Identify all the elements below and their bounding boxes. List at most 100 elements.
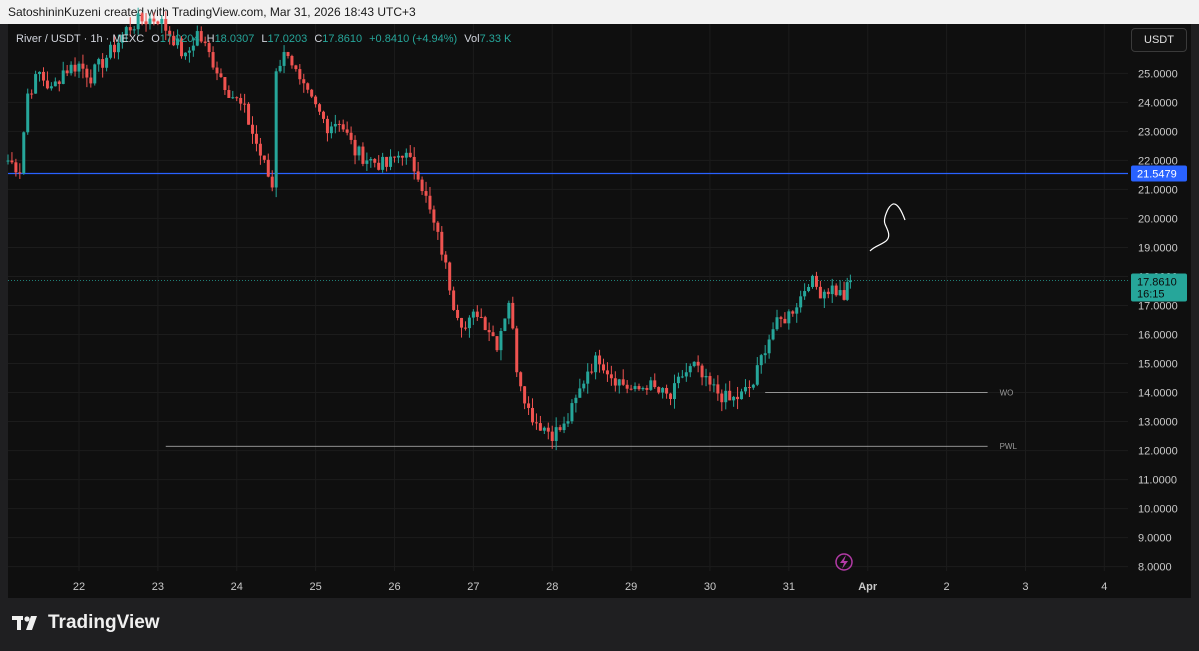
- candle-body: [460, 317, 464, 328]
- candle-body: [389, 156, 393, 167]
- y-tick-label: 12.0000: [1138, 446, 1178, 458]
- candle-body: [736, 396, 740, 400]
- candle-body: [601, 364, 605, 371]
- candle-body: [799, 296, 803, 308]
- candle-body: [227, 90, 231, 98]
- last-price-label: 17.8610: [1137, 276, 1177, 288]
- candle-body: [73, 64, 77, 72]
- candle-body: [558, 427, 562, 431]
- candle-body: [408, 152, 412, 157]
- y-tick-label: 14.0000: [1138, 388, 1178, 400]
- candle-body: [495, 336, 499, 351]
- candle-body: [187, 50, 191, 53]
- candle-body: [475, 311, 479, 317]
- candle-body: [392, 156, 396, 158]
- candle-body: [763, 353, 767, 356]
- candle-body: [795, 307, 799, 314]
- candle-body: [211, 52, 215, 68]
- candle-body: [274, 71, 278, 188]
- symbol-label[interactable]: River / USDT · 1h · MEXC: [16, 33, 144, 45]
- candle-body: [325, 118, 329, 134]
- candle-body: [219, 73, 223, 78]
- candle-body: [657, 387, 661, 393]
- x-tick-label: 28: [546, 581, 558, 593]
- candle-body: [830, 285, 834, 295]
- candle-body: [633, 386, 637, 389]
- candle-body: [290, 55, 294, 66]
- candle-body: [637, 386, 641, 390]
- candle-body: [140, 13, 144, 22]
- candle-body: [412, 156, 416, 172]
- candle-body: [811, 275, 815, 287]
- level-price-label: 21.5479: [1137, 169, 1177, 181]
- candle-body: [550, 431, 554, 442]
- x-tick-label: 25: [309, 581, 321, 593]
- candle-body: [720, 393, 724, 403]
- candle-body: [554, 427, 558, 442]
- candle-body: [479, 316, 483, 318]
- candle-body: [483, 317, 487, 331]
- candle-body: [767, 339, 771, 354]
- candle-body: [432, 209, 436, 223]
- brand-name: TradingView: [48, 612, 160, 633]
- candle-body: [183, 52, 187, 57]
- candle-body: [306, 83, 310, 90]
- brand[interactable]: TradingView: [12, 612, 160, 634]
- candle-body: [845, 282, 849, 300]
- candle-body: [258, 143, 262, 156]
- candle-body: [41, 71, 45, 81]
- candle-body: [57, 81, 61, 84]
- candle-body: [278, 65, 282, 72]
- candle-body: [728, 390, 732, 401]
- candle-body: [109, 44, 113, 58]
- y-tick-label: 16.0000: [1138, 329, 1178, 341]
- candle-body: [85, 68, 89, 78]
- candle-body: [14, 162, 18, 173]
- candle-body: [826, 291, 830, 295]
- x-tick-label: 26: [388, 581, 400, 593]
- drawn-arrow-annotation[interactable]: [869, 203, 906, 252]
- candle-body: [365, 160, 369, 164]
- candle-body: [594, 355, 598, 373]
- candle-body: [467, 317, 471, 329]
- candle-body: [89, 77, 93, 84]
- flash-icon[interactable]: [835, 553, 853, 571]
- y-tick-label: 17.0000: [1138, 300, 1178, 312]
- level-lines: WO PWL: [8, 172, 1128, 451]
- candle-body: [759, 355, 763, 366]
- candle-body: [321, 111, 325, 119]
- candle-body: [629, 388, 633, 390]
- candle-body: [590, 371, 594, 373]
- candle-body: [262, 155, 266, 160]
- x-tick-label: 30: [704, 581, 716, 593]
- y-tick-label: 23.0000: [1138, 126, 1178, 138]
- footer: [0, 598, 1199, 651]
- candle-body: [661, 387, 665, 393]
- x-axis[interactable]: 22 23 24 25 26 27 28 29 30 31 Apr 2 3 4: [73, 581, 1108, 593]
- price-chart[interactable]: WOPWL 25.000024.000023.000022.000021.000…: [0, 0, 1199, 651]
- candle-body: [708, 376, 712, 385]
- candle-body: [598, 355, 602, 365]
- candle-body: [669, 393, 673, 400]
- y-tick-label: 8.0000: [1138, 562, 1172, 574]
- y-axis[interactable]: 25.000024.000023.000022.000021.000020.00…: [1138, 68, 1178, 573]
- countdown-label: 16:15: [1137, 288, 1165, 300]
- candle-body: [349, 132, 353, 140]
- candle-body: [30, 93, 34, 95]
- candle-body: [822, 291, 826, 299]
- candle-body: [97, 59, 101, 65]
- candle-body: [314, 96, 318, 105]
- candle-body: [791, 311, 795, 314]
- high-value: 18.0307: [214, 33, 255, 45]
- currency-button[interactable]: USDT: [1131, 28, 1187, 52]
- candle-body: [732, 396, 736, 401]
- level-label-wo: WO: [1000, 389, 1014, 398]
- candle-body: [471, 311, 475, 318]
- candle-body: [519, 372, 523, 387]
- y-tick-label: 21.0000: [1138, 184, 1178, 196]
- candle-body: [333, 123, 337, 127]
- candle-body: [531, 407, 535, 423]
- candle-body: [566, 421, 570, 424]
- candle-body: [302, 79, 306, 84]
- candle-body: [373, 159, 377, 163]
